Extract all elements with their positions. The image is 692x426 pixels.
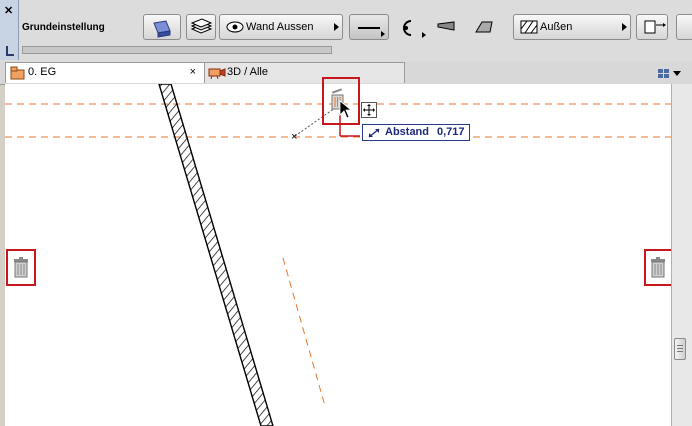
distance-tooltip: Abstand 0,717 — [362, 124, 470, 141]
tab-menu-icon — [658, 69, 681, 78]
chevron-right-icon — [381, 31, 385, 37]
flip-wall-icon — [644, 20, 666, 34]
distance-icon — [368, 128, 380, 138]
vertical-scrollbar[interactable] — [671, 84, 692, 426]
info-box-toolbar: ✕ Grundeinstellung Wand Aussen Außen — [0, 0, 692, 63]
grip-icon[interactable] — [6, 46, 14, 56]
vertical-scrollbar-thumb[interactable] — [674, 338, 686, 360]
fill-dropdown[interactable]: Außen — [513, 14, 631, 40]
straight-wall-icon — [437, 21, 455, 31]
3d-camera-icon — [208, 68, 226, 80]
trapezoid-wall-icon — [475, 21, 493, 33]
layer-dropdown-label: Wand Aussen — [246, 21, 314, 33]
wall-settings-icon — [153, 20, 171, 38]
layer-dropdown[interactable]: Wand Aussen — [219, 14, 343, 40]
chevron-right-icon — [622, 23, 627, 31]
mouse-pointer-icon — [339, 100, 353, 119]
hatch-fill-icon — [520, 20, 538, 34]
reference-side-button[interactable] — [636, 14, 668, 40]
move-cross-icon[interactable] — [361, 102, 377, 118]
favorites-button[interactable] — [143, 14, 181, 40]
reference-point-marker: × — [291, 131, 297, 143]
more-button[interactable] — [676, 14, 692, 40]
wall-element — [158, 84, 274, 426]
trash-icon[interactable] — [650, 257, 666, 279]
close-tab-icon[interactable]: × — [190, 66, 196, 78]
layers-icon — [190, 18, 213, 34]
reference-line-icon — [403, 20, 412, 36]
trapezoid-wall-button[interactable] — [472, 18, 498, 38]
straight-wall-button[interactable] — [434, 18, 460, 38]
layer-settings-button[interactable] — [186, 14, 216, 40]
distance-label: Abstand — [385, 126, 429, 138]
info-box-title: Grundeinstellung — [22, 22, 105, 33]
guide-line-diagonal — [282, 257, 326, 407]
fill-dropdown-label: Außen — [540, 21, 573, 33]
distance-value: 0,717 — [437, 126, 465, 138]
toolbar-close-strip: ✕ — [0, 0, 19, 60]
tab-3d-view[interactable]: 3D / Alle — [205, 62, 405, 83]
eye-icon — [226, 21, 244, 33]
chevron-right-icon — [334, 23, 339, 31]
drawing-area[interactable]: × — [5, 84, 671, 426]
tab-floor-plan-label: 0. EG — [28, 66, 57, 78]
reference-line-button[interactable] — [396, 18, 426, 40]
tab-3d-view-label: 3D / Alle — [227, 66, 268, 78]
line-type-button[interactable] — [349, 14, 389, 40]
tab-floor-plan[interactable]: 0. EG × — [5, 62, 205, 83]
chevron-right-icon — [422, 32, 426, 38]
toolbar-scrollbar[interactable] — [22, 46, 332, 54]
trash-icon[interactable] — [13, 257, 29, 279]
close-icon[interactable]: ✕ — [4, 4, 13, 17]
tab-menu-button[interactable] — [656, 65, 686, 81]
floor-plan-icon — [10, 66, 25, 80]
floor-plan-canvas[interactable]: × — [5, 77, 674, 426]
